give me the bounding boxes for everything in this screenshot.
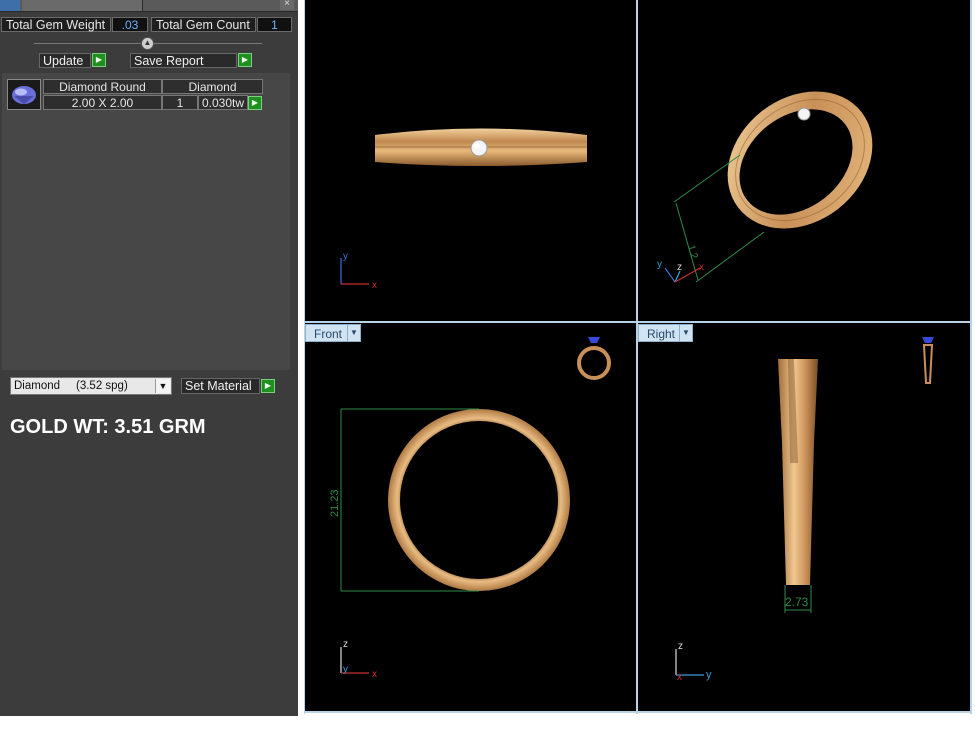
- viewport-border-right: [970, 0, 972, 714]
- gem-count-cell: 1: [162, 95, 198, 110]
- axis-y-label: y: [343, 251, 348, 262]
- material-select-value: Diamond (3.52 spg): [14, 380, 128, 392]
- update-go-icon[interactable]: ▶: [92, 53, 106, 67]
- axis-x-label: x: [372, 280, 377, 291]
- axis-x-label: x: [699, 262, 704, 273]
- gem-report-panel: × Total Gem Weight .03 Total Gem Count 1…: [0, 0, 298, 716]
- ring-side-view: 2.73 z x y: [675, 337, 934, 683]
- diamond-thumbnail-icon[interactable]: [7, 79, 41, 110]
- chevron-down-icon[interactable]: ▼: [679, 325, 692, 341]
- set-material-button[interactable]: Set Material: [181, 378, 260, 394]
- gem-list: [2, 73, 290, 370]
- ring-top-view: y x: [340, 128, 587, 291]
- gold-weight-label: GOLD WT: 3.51 GRM: [10, 416, 206, 438]
- ring-perspective-view: 1.2 y z x: [657, 91, 873, 283]
- dimension-label: 2.73: [785, 595, 809, 609]
- viewport-perspective[interactable]: 1.2 y z x: [638, 0, 970, 321]
- total-gem-weight-value: .03: [112, 17, 148, 32]
- gem-size-cell: 2.00 X 2.00: [43, 95, 162, 110]
- panel-titlebar: ×: [0, 0, 298, 12]
- chevron-down-icon[interactable]: ▼: [155, 379, 170, 393]
- ring-front-view: 21.23 z y x: [329, 337, 611, 680]
- gem-row-go-icon[interactable]: ▶: [248, 96, 262, 110]
- ring-preview-icon: [577, 337, 611, 380]
- update-button[interactable]: Update: [39, 53, 91, 68]
- panel-tab[interactable]: [22, 0, 143, 11]
- axis-y-label: y: [343, 664, 348, 675]
- set-material-go-icon[interactable]: ▶: [261, 379, 275, 393]
- close-icon[interactable]: ×: [280, 0, 294, 10]
- axis-y-label: y: [706, 669, 712, 681]
- tab-front-label: Front: [314, 327, 343, 341]
- total-gem-weight-label: Total Gem Weight: [1, 17, 111, 32]
- axis-z-label: z: [678, 641, 683, 652]
- ring-preview-icon: [922, 337, 934, 384]
- axis-x-label: x: [677, 672, 682, 683]
- axis-z-label: z: [343, 639, 348, 650]
- axis-z-label: z: [677, 262, 682, 273]
- save-report-button[interactable]: Save Report: [130, 53, 237, 68]
- dimension-label: 1.2: [685, 244, 700, 261]
- viewport-right[interactable]: 2.73 z x y Right ▼: [638, 323, 970, 711]
- tab-front[interactable]: Front ▼: [305, 324, 361, 342]
- save-report-go-icon[interactable]: ▶: [238, 53, 252, 67]
- total-gem-count-label: Total Gem Count: [151, 17, 256, 32]
- viewport-border-bottom: [304, 711, 972, 713]
- viewport-top[interactable]: y x: [305, 0, 636, 321]
- material-select[interactable]: Diamond (3.52 spg) ▼: [10, 377, 172, 395]
- chevron-down-icon[interactable]: ▼: [347, 325, 360, 341]
- panel-tab-icon[interactable]: [0, 0, 20, 11]
- collapse-arrow-icon[interactable]: ▲: [141, 37, 154, 50]
- axis-y-label: y: [657, 259, 662, 270]
- gem-shape-header: Diamond Round: [43, 79, 162, 94]
- axis-x-label: x: [372, 669, 377, 680]
- dimension-label: 21.23: [329, 489, 341, 517]
- gem-weight-cell: 0.030tw: [198, 95, 248, 110]
- tab-right-label: Right: [647, 327, 676, 341]
- tab-right[interactable]: Right ▼: [638, 324, 693, 342]
- total-gem-count-value: 1: [257, 17, 292, 32]
- gem-type-header: Diamond: [162, 79, 263, 94]
- viewport-front[interactable]: 21.23 z y x Front ▼: [305, 323, 636, 711]
